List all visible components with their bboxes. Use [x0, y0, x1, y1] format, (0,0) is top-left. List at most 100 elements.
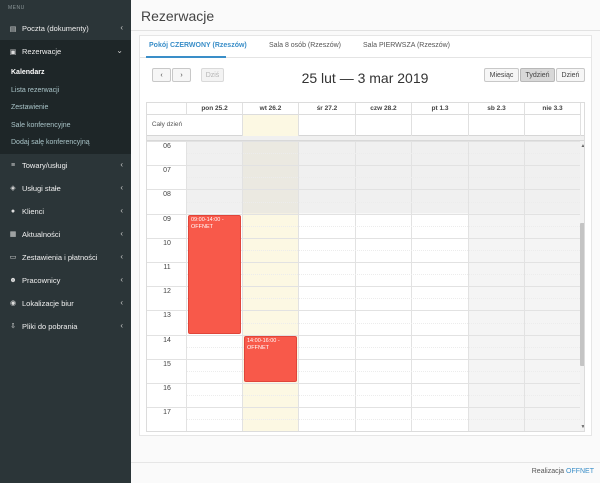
hour-label: 14 — [163, 336, 171, 344]
chevron-left-icon: ‹ — [120, 320, 123, 330]
allday-cell[interactable] — [243, 115, 299, 136]
tab-sala-pierwsza[interactable]: Sala PIERWSZA (Rzeszów) — [363, 42, 450, 49]
allday-cell[interactable] — [525, 115, 581, 136]
money-icon: ▭ — [9, 254, 17, 261]
hour-label: 10 — [163, 239, 171, 247]
nav-pracownicy[interactable]: ☻ Pracownicy ‹ — [0, 269, 131, 292]
nav-aktualnosci[interactable]: ▦ Aktualności ‹ — [0, 223, 131, 246]
chevron-down-icon: ⌄ — [116, 46, 123, 55]
nav-lokalizacje[interactable]: ◉ Lokalizacje biur ‹ — [0, 292, 131, 315]
hour-label: 06 — [163, 143, 171, 150]
calendar-event[interactable]: 14:00-16:00 - OFFNET — [244, 335, 297, 382]
event-title: OFFNET — [247, 344, 269, 351]
rezerwacje-submenu: Kalendarz Lista rezerwacji Zestawienie S… — [0, 63, 131, 154]
corner-header — [147, 103, 187, 115]
briefcase-icon: ▣ — [9, 48, 17, 56]
nav-poczta[interactable]: ▤ Poczta (dokumenty) ‹ — [0, 17, 131, 40]
day-header: sb 2.3 — [469, 103, 525, 115]
allday-row: Cały dzień — [147, 115, 584, 136]
nav-uslugi-stale[interactable]: ◈ Usługi stałe ‹ — [0, 177, 131, 200]
hour-label: 15 — [163, 360, 171, 368]
map-marker-icon: ◉ — [9, 300, 17, 307]
submenu-zestawienie[interactable]: Zestawienie — [0, 99, 131, 117]
nav-zestawienia[interactable]: ▭ Zestawienia i płatności ‹ — [0, 246, 131, 269]
submenu-kalendarz[interactable]: Kalendarz — [0, 64, 131, 82]
month-view-button[interactable]: Miesiąc — [484, 68, 519, 82]
cube-icon: ◈ — [10, 185, 16, 192]
users-icon: ● — [10, 207, 16, 215]
nav-klienci[interactable]: ● Klienci ‹ — [0, 200, 131, 223]
nav-pracownicy-label: Pracownicy — [22, 275, 61, 285]
calendar-scrollbar[interactable]: ▲ ▼ — [580, 141, 584, 431]
scrollbar-thumb[interactable] — [580, 223, 584, 366]
hour-label: 16 — [163, 385, 171, 392]
nav-pliki[interactable]: ⇩ Pliki do pobrania ‹ — [0, 315, 131, 338]
grid-line — [147, 189, 580, 191]
grid-line — [147, 358, 580, 360]
footer-link[interactable]: OFFNET — [566, 468, 594, 475]
event-time: 14:00-16:00 - — [247, 337, 280, 344]
chevron-left-icon: ‹ — [120, 228, 123, 238]
grid-line — [187, 249, 584, 251]
calendar-event[interactable]: 09:00-14:00 - OFFNET — [188, 214, 241, 334]
nav-towary[interactable]: ≡ Towary/usługi ‹ — [0, 154, 131, 177]
week-calendar: pon 25.2 wt 26.2 śr 27.2 czw 28.2 pt 1.3 sb 2… — [146, 102, 585, 432]
page-title: Rezerwacje — [141, 8, 215, 24]
allday-cell[interactable] — [356, 115, 412, 136]
calendar-card: Pokój CZERWONY (Rzeszów) Sala 8 osób (Rz… — [139, 35, 592, 436]
scroll-up-arrow[interactable]: ▲ — [580, 143, 584, 149]
main-content: Rezerwacje Pokój CZERWONY (Rzeszów) Sala… — [131, 0, 600, 483]
nav-rezerwacje[interactable]: ▣ Rezerwacje ⌄ — [0, 40, 131, 63]
allday-cell[interactable] — [187, 115, 243, 136]
footer: Realizacja OFFNET — [532, 468, 594, 475]
nav-pliki-label: Pliki do pobrania — [22, 321, 78, 331]
download-icon: ⇩ — [10, 323, 16, 330]
day-header: czw 28.2 — [356, 103, 412, 115]
submenu-dodaj-sale[interactable]: Dodaj salę konferencyjną — [0, 134, 131, 152]
nav-aktualnosci-label: Aktualności — [22, 229, 61, 239]
prev-button[interactable]: ‹ — [152, 68, 171, 82]
nav-poczta-label: Poczta (dokumenty) — [22, 24, 89, 33]
hour-label: 07 — [163, 167, 171, 175]
footer-text: Realizacja — [531, 468, 565, 475]
list-icon: ≡ — [10, 161, 16, 169]
nav-rezerwacje-label: Rezerwacje — [22, 47, 62, 56]
day-header: nie 3.3 — [525, 103, 581, 115]
allday-cell[interactable] — [299, 115, 356, 136]
nav-zestawienia-label: Zestawienia i płatności — [22, 252, 98, 262]
allday-cell[interactable] — [469, 115, 525, 136]
scroll-down-arrow[interactable]: ▼ — [580, 424, 584, 430]
hour-label: 09 — [163, 215, 171, 223]
nav-lokalizacje-label: Lokalizacje biur — [22, 298, 74, 308]
time-grid[interactable]: 06 07 08 09 10 11 12 13 14 15 16 17 09:00-14:00 - OFF… — [147, 141, 584, 431]
title-divider — [131, 30, 600, 31]
day-view-button[interactable]: Dzień — [556, 68, 585, 82]
day-header: śr 27.2 — [299, 103, 356, 115]
room-tabs: Pokój CZERWONY (Rzeszów) Sala 8 osób (Rz… — [140, 36, 591, 58]
grid-line — [187, 153, 584, 155]
nav-klienci-label: Klienci — [22, 206, 45, 216]
nav-uslugi-stale-label: Usługi stałe — [22, 183, 61, 193]
submenu-lista-rezerwacji[interactable]: Lista rezerwacji — [0, 82, 131, 100]
allday-cell[interactable] — [412, 115, 469, 136]
hour-label: 17 — [163, 409, 171, 417]
grid-line — [187, 274, 584, 276]
today-button[interactable]: Dziś — [201, 68, 224, 82]
grid-line — [147, 407, 580, 409]
tab-sala-8-osob[interactable]: Sala 8 osób (Rzeszów) — [269, 42, 341, 49]
hour-label: 11 — [163, 264, 171, 271]
envelope-icon: ▤ — [9, 25, 17, 33]
next-button[interactable]: › — [172, 68, 191, 82]
chevron-left-icon: ‹ — [120, 205, 123, 215]
event-title: OFFNET — [191, 223, 213, 230]
day-header: pt 1.3 — [412, 103, 469, 115]
tab-pokoj-czerwony[interactable]: Pokój CZERWONY (Rzeszów) — [149, 42, 247, 49]
hour-label: 12 — [163, 288, 171, 296]
menu-header: MENU — [8, 5, 25, 11]
grid-line — [187, 419, 584, 421]
grid-line — [187, 298, 584, 300]
week-view-button[interactable]: Tydzień — [520, 68, 555, 82]
submenu-sale-konferencyjne[interactable]: Sale konferencyjne — [0, 117, 131, 135]
grid-line — [147, 141, 580, 142]
grid-line — [187, 395, 584, 397]
